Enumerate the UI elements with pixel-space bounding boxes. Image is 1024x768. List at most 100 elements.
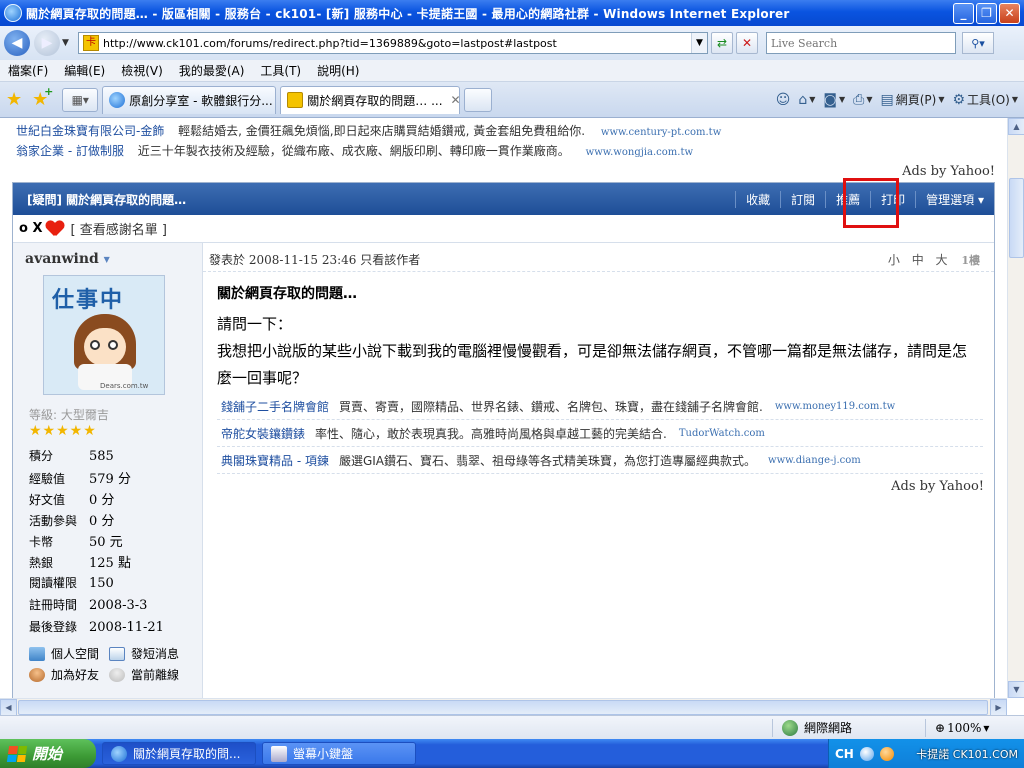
favorites-center-icon[interactable]: ★ xyxy=(6,89,22,110)
post-header-title[interactable]: [疑問] 關於網頁存取的問題… xyxy=(27,191,735,208)
site-favicon-icon: 卡 xyxy=(83,35,99,51)
history-dropdown-icon[interactable]: ▼ xyxy=(62,38,72,48)
tab-close-icon[interactable]: ✕ xyxy=(451,93,460,107)
maximize-button[interactable]: ❐ xyxy=(976,2,997,24)
ad-url[interactable]: TudorWatch.com xyxy=(679,428,765,439)
inline-ad: 錢舖子二手名牌會館 買賣、寄賣，國際精品、世界名錶、鑽戒、名牌包、珠寶，盡在錢舖… xyxy=(217,393,983,420)
avatar: 仕事中 Dears.com.tw xyxy=(43,275,165,395)
ad-url[interactable]: www.money119.com.tw xyxy=(775,401,895,412)
stop-button[interactable]: ✕ xyxy=(736,32,758,54)
address-url[interactable]: http://www.ck101.com/forums/redirect.php… xyxy=(103,37,691,50)
home-button[interactable]: ⌂ ▼ xyxy=(798,92,815,108)
new-tab-button[interactable] xyxy=(464,87,493,112)
close-button[interactable]: ✕ xyxy=(999,2,1020,24)
ad-url[interactable]: www.century-pt.com.tw xyxy=(601,127,721,138)
chevron-down-icon: ▼ xyxy=(809,95,816,104)
ad-url[interactable]: www.wongjia.com.tw xyxy=(586,147,693,158)
top-ad: 世紀白金珠寶有限公司-金飾 輕鬆結婚去, 金價狂飆免煩惱,即日起來店購買結婚鑽戒… xyxy=(16,122,721,139)
start-button[interactable]: 開始 xyxy=(0,739,96,768)
address-dropdown-icon[interactable]: ▼ xyxy=(691,33,707,53)
scroll-right-icon[interactable]: ▶ xyxy=(990,699,1007,716)
stat-row: 積分 585 xyxy=(29,447,114,464)
ad-link[interactable]: 帝舵女裝鑲鑽錶 xyxy=(221,425,305,442)
tab-current-post[interactable]: 關於網頁存取的問題… ... ✕ xyxy=(280,85,461,114)
feeds-button[interactable]: ◙ ▼ xyxy=(823,92,845,108)
floor-number[interactable]: 1樓 xyxy=(961,254,980,267)
vertical-scroll-thumb[interactable] xyxy=(1009,178,1024,258)
scroll-up-icon[interactable]: ▲ xyxy=(1008,118,1024,135)
back-button[interactable]: ◀ xyxy=(4,30,30,56)
print-button[interactable]: ⎙ ▼ xyxy=(853,92,872,108)
chevron-down-icon: ▼ xyxy=(838,95,846,104)
messenger-button[interactable]: ☺ xyxy=(776,92,791,108)
tab-software-bank[interactable]: 原創分享室 - 軟體銀行分... xyxy=(102,85,277,114)
address-bar[interactable]: 卡 http://www.ck101.com/forums/redirect.p… xyxy=(78,32,708,54)
ad-link[interactable]: 翁家企業 - 訂做制服 xyxy=(16,144,124,158)
minimize-button[interactable]: _ xyxy=(953,2,974,24)
favorite-button[interactable]: 收藏 xyxy=(735,190,780,208)
manage-options-button[interactable]: 管理選項 ▾ xyxy=(915,190,994,208)
horizontal-scrollbar[interactable]: ◀ ▶ xyxy=(0,698,1007,716)
add-friend-label: 加為好友 xyxy=(51,668,100,682)
scroll-down-icon[interactable]: ▼ xyxy=(1008,681,1024,698)
profile-link[interactable]: 個人空間 xyxy=(29,645,99,662)
add-friend-link[interactable]: 加為好友 xyxy=(29,666,99,683)
search-box[interactable] xyxy=(766,32,956,54)
input-language[interactable]: CH xyxy=(835,747,854,761)
horizontal-scroll-thumb[interactable] xyxy=(18,700,988,715)
view-thanks-link[interactable]: [ 查看感謝名單 ] xyxy=(70,219,166,238)
forward-button[interactable]: ▶ xyxy=(34,30,60,56)
post-line: 請問一下： xyxy=(217,315,293,333)
add-favorite-icon[interactable]: ★ xyxy=(32,85,53,110)
quick-tabs-button[interactable]: ▦▾ xyxy=(62,87,99,112)
send-message-link[interactable]: 發短消息 xyxy=(109,645,179,662)
page-menu-button[interactable]: ▤ 網頁(P) ▼ xyxy=(880,91,944,108)
font-size-controls: 小 中 大 1樓 xyxy=(888,251,980,268)
vertical-scrollbar[interactable]: ▲ ▼ xyxy=(1007,118,1024,698)
only-author-link[interactable]: 只看該作者 xyxy=(360,253,420,267)
zoom-control[interactable]: ⊕ 100% ▾ xyxy=(935,721,989,735)
author-name-link[interactable]: avanwind ▼ xyxy=(25,251,110,267)
ad-url[interactable]: www.diange-j.com xyxy=(768,455,861,466)
ie-icon xyxy=(111,745,127,762)
ad-description: 輕鬆結婚去, 金價狂飆免煩惱,即日起來店購買結婚鑽戒, 黃金套組免費租給你. xyxy=(178,124,586,138)
ad-link[interactable]: 世紀白金珠寶有限公司-金飾 xyxy=(16,124,164,138)
refresh-button[interactable]: ⇄ xyxy=(711,32,733,54)
menu-favorites[interactable]: 我的最愛(A) xyxy=(179,62,245,79)
ads-by-yahoo[interactable]: Ads by Yahoo! xyxy=(902,164,995,179)
chevron-down-icon: ▼ xyxy=(103,254,110,264)
search-input[interactable] xyxy=(767,33,955,53)
menu-view[interactable]: 檢視(V) xyxy=(121,62,163,79)
tools-menu-button[interactable]: ⚙ 工具(O) ▼ xyxy=(952,91,1018,108)
menu-file[interactable]: 檔案(F) xyxy=(8,62,48,79)
print-link[interactable]: 打印 xyxy=(870,190,915,208)
thanks-bar: o X [ 查看感謝名單 ] xyxy=(13,215,994,243)
globe-icon xyxy=(782,719,798,736)
avatar-eye xyxy=(108,340,118,350)
taskbar-onscreen-keyboard[interactable]: 螢幕小鍵盤 xyxy=(262,742,416,765)
menu-edit[interactable]: 編輯(E) xyxy=(64,62,105,79)
font-size-options[interactable]: 小 中 大 xyxy=(888,253,952,267)
taskbar-ie-window[interactable]: 關於網頁存取的問... xyxy=(102,742,256,765)
heart-icon xyxy=(46,221,64,237)
tray-expand-icon[interactable] xyxy=(859,746,874,761)
recommend-button[interactable]: 推薦 xyxy=(825,190,870,208)
menu-tools[interactable]: 工具(T) xyxy=(260,62,301,79)
zone-label: 網際網路 xyxy=(804,721,853,735)
menu-help[interactable]: 說明(H) xyxy=(317,62,359,79)
keyboard-icon xyxy=(271,745,287,762)
page-icon: ▤ xyxy=(880,91,894,108)
taskbar-button-label: 螢幕小鍵盤 xyxy=(293,747,354,761)
ad-link[interactable]: 錢舖子二手名牌會館 xyxy=(221,398,329,415)
tray-app-icon[interactable] xyxy=(879,746,894,761)
stat-key: 經驗值 xyxy=(29,472,66,486)
security-zone[interactable]: 網際網路 xyxy=(782,719,852,736)
ads-by-yahoo[interactable]: Ads by Yahoo! xyxy=(891,479,984,494)
stat-row: 最後登錄 2008-11-21 xyxy=(29,618,164,635)
search-button[interactable]: ⚲▾ xyxy=(962,32,994,54)
taskbar-button-label: 關於網頁存取的問... xyxy=(133,747,241,761)
subscribe-button[interactable]: 訂閱 xyxy=(780,190,825,208)
ad-link[interactable]: 典閣珠寶精品 - 項鍊 xyxy=(221,452,329,469)
messenger-icon: ☺ xyxy=(775,91,791,108)
scroll-left-icon[interactable]: ◀ xyxy=(0,699,17,716)
